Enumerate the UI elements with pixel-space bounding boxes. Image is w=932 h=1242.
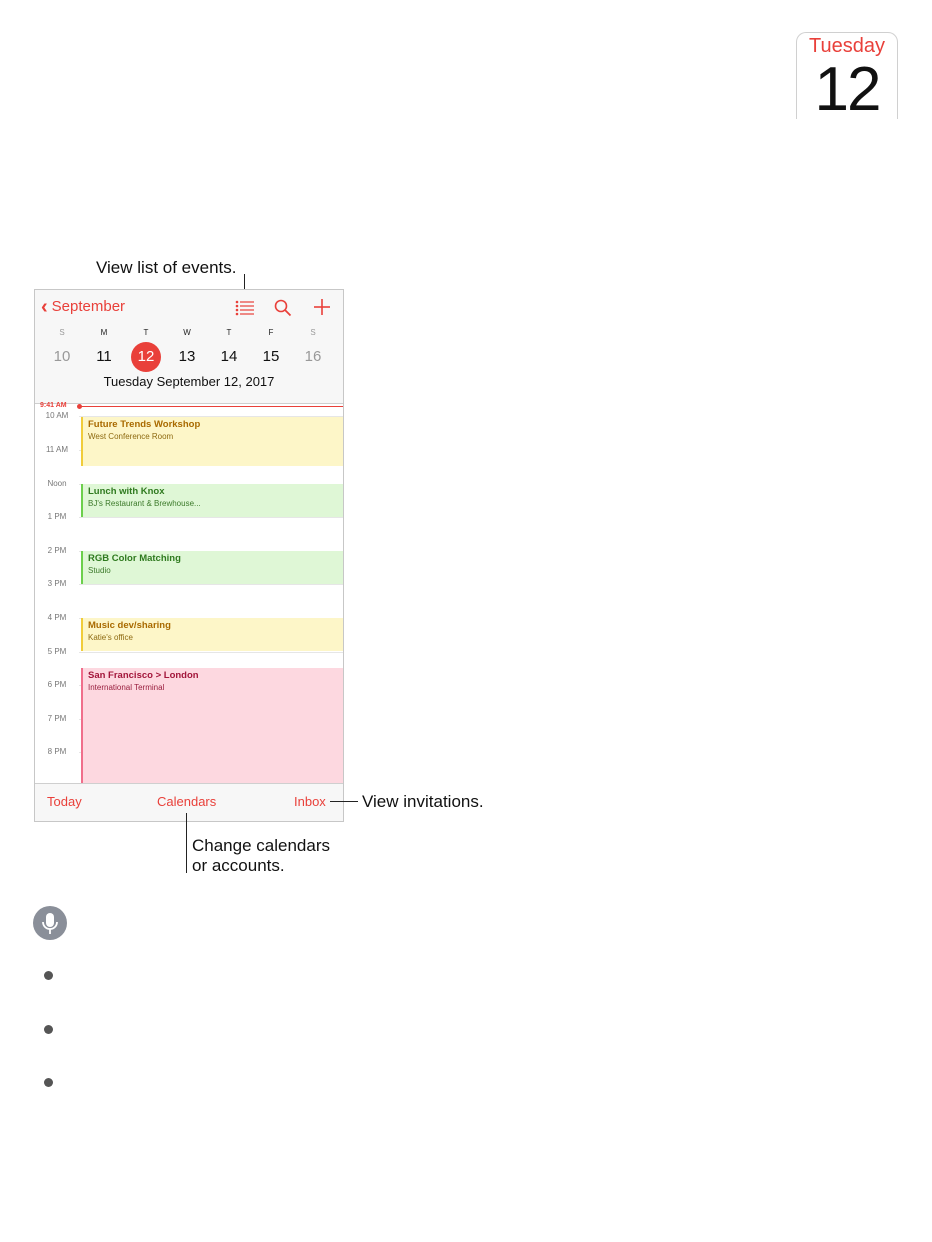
callout-invitations-line — [330, 801, 358, 802]
event-location: Studio — [88, 566, 111, 575]
day-cell-selected[interactable]: 12 — [131, 342, 161, 372]
selected-date: Tuesday September 12, 2017 — [103, 374, 275, 389]
hour-label: 1 PM — [47, 512, 67, 521]
current-time-line — [79, 406, 343, 407]
bullet-point — [44, 1025, 53, 1034]
event-title: Music dev/sharing — [88, 620, 171, 631]
back-button[interactable]: ‹ September — [41, 295, 126, 318]
day-cell[interactable]: 15 — [256, 342, 286, 372]
day-cell[interactable]: 11 — [89, 342, 119, 372]
hour-label: 4 PM — [47, 613, 67, 622]
hour-line — [79, 517, 343, 518]
add-icon[interactable] — [313, 298, 331, 321]
event-location: West Conference Room — [88, 432, 174, 441]
event-location: Katie's office — [88, 633, 133, 642]
event-block[interactable]: RGB Color Matching Studio — [81, 551, 343, 584]
event-location: BJ's Restaurant & Brewhouse... — [88, 499, 201, 508]
hour-label: 8 PM — [47, 747, 67, 756]
day-cell[interactable]: 10 — [47, 342, 77, 372]
event-title: RGB Color Matching — [88, 553, 181, 564]
hour-label: 10 AM — [45, 411, 69, 420]
weekday-letter: W — [183, 328, 191, 337]
hour-label: 3 PM — [47, 579, 67, 588]
event-location: International Terminal — [88, 683, 165, 692]
hour-label: Noon — [47, 479, 67, 488]
current-time-dot — [77, 404, 82, 409]
callout-accounts: or accounts. — [192, 856, 285, 875]
calendar-app-icon: Tuesday 12 — [796, 32, 898, 119]
weekday-letter: T — [226, 328, 232, 337]
list-icon[interactable] — [235, 300, 255, 321]
event-title: San Francisco > London — [88, 670, 199, 681]
event-title: Future Trends Workshop — [88, 419, 201, 430]
app-icon-date: 12 — [814, 55, 882, 120]
bullet-point — [44, 971, 53, 980]
search-icon[interactable] — [274, 299, 292, 322]
event-block[interactable]: Lunch with Knox BJ's Restaurant & Brewho… — [81, 484, 343, 517]
weekday-letter: M — [100, 328, 108, 337]
callout-list-events: View list of events. — [96, 258, 237, 277]
weekday-letter: T — [143, 328, 149, 337]
calendar-header: ‹ September S M T W T F S 10 11 12 13 14… — [35, 290, 343, 404]
callout-view-invitations: View invitations. — [362, 792, 484, 811]
day-cell[interactable]: 13 — [172, 342, 202, 372]
inbox-button[interactable]: Inbox — [294, 794, 326, 809]
hour-line — [79, 584, 343, 585]
hour-label: 5 PM — [47, 647, 67, 656]
today-button[interactable]: Today — [47, 794, 82, 809]
chevron-left-icon: ‹ — [41, 295, 48, 318]
weekday-letter: F — [268, 328, 274, 337]
bottom-toolbar: Today Calendars Inbox — [35, 783, 343, 821]
event-block[interactable]: Future Trends Workshop West Conference R… — [81, 417, 343, 466]
bullet-point — [44, 1078, 53, 1087]
day-cell[interactable]: 16 — [298, 342, 328, 372]
event-block[interactable]: Music dev/sharing Katie's office — [81, 618, 343, 651]
hour-line — [79, 652, 343, 653]
event-block[interactable]: San Francisco > London International Ter… — [81, 668, 343, 784]
event-title: Lunch with Knox — [88, 486, 165, 497]
weekday-letter: S — [310, 328, 316, 337]
weekday-letter: S — [59, 328, 65, 337]
hour-label: 11 AM — [45, 445, 69, 454]
current-time-label: 9:41 AM — [40, 402, 67, 409]
microphone-icon — [33, 906, 67, 940]
day-cell[interactable]: 14 — [214, 342, 244, 372]
hour-label: 2 PM — [47, 546, 67, 555]
callout-change-calendars: Change calendars — [192, 836, 330, 855]
calendar-screen: ‹ September S M T W T F S 10 11 12 13 14… — [34, 289, 344, 822]
calendars-button[interactable]: Calendars — [157, 794, 216, 809]
callout-calendars-line — [186, 813, 187, 873]
hour-label: 6 PM — [47, 680, 67, 689]
back-label: September — [51, 298, 126, 315]
hour-label: 7 PM — [47, 714, 67, 723]
